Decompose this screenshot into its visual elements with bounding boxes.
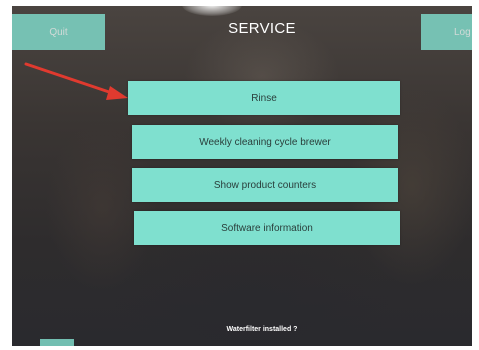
waterfilter-status: Waterfilter installed ? (226, 326, 298, 333)
weekly-cleaning-button[interactable]: Weekly cleaning cycle brewer (132, 125, 398, 159)
product-counters-button[interactable]: Show product counters (132, 168, 398, 202)
bottom-left-button[interactable] (40, 339, 74, 346)
quit-button[interactable]: Quit (12, 14, 105, 50)
software-information-button[interactable]: Software information (134, 211, 400, 245)
touch-screen: Quit SERVICE Log Rinse Weekly cleaning c… (12, 6, 472, 346)
light-glare (182, 6, 242, 16)
log-button[interactable]: Log (421, 14, 472, 50)
rinse-button[interactable]: Rinse (128, 81, 400, 115)
page-title: SERVICE (228, 20, 296, 37)
photo-frame: Quit SERVICE Log Rinse Weekly cleaning c… (0, 0, 479, 350)
